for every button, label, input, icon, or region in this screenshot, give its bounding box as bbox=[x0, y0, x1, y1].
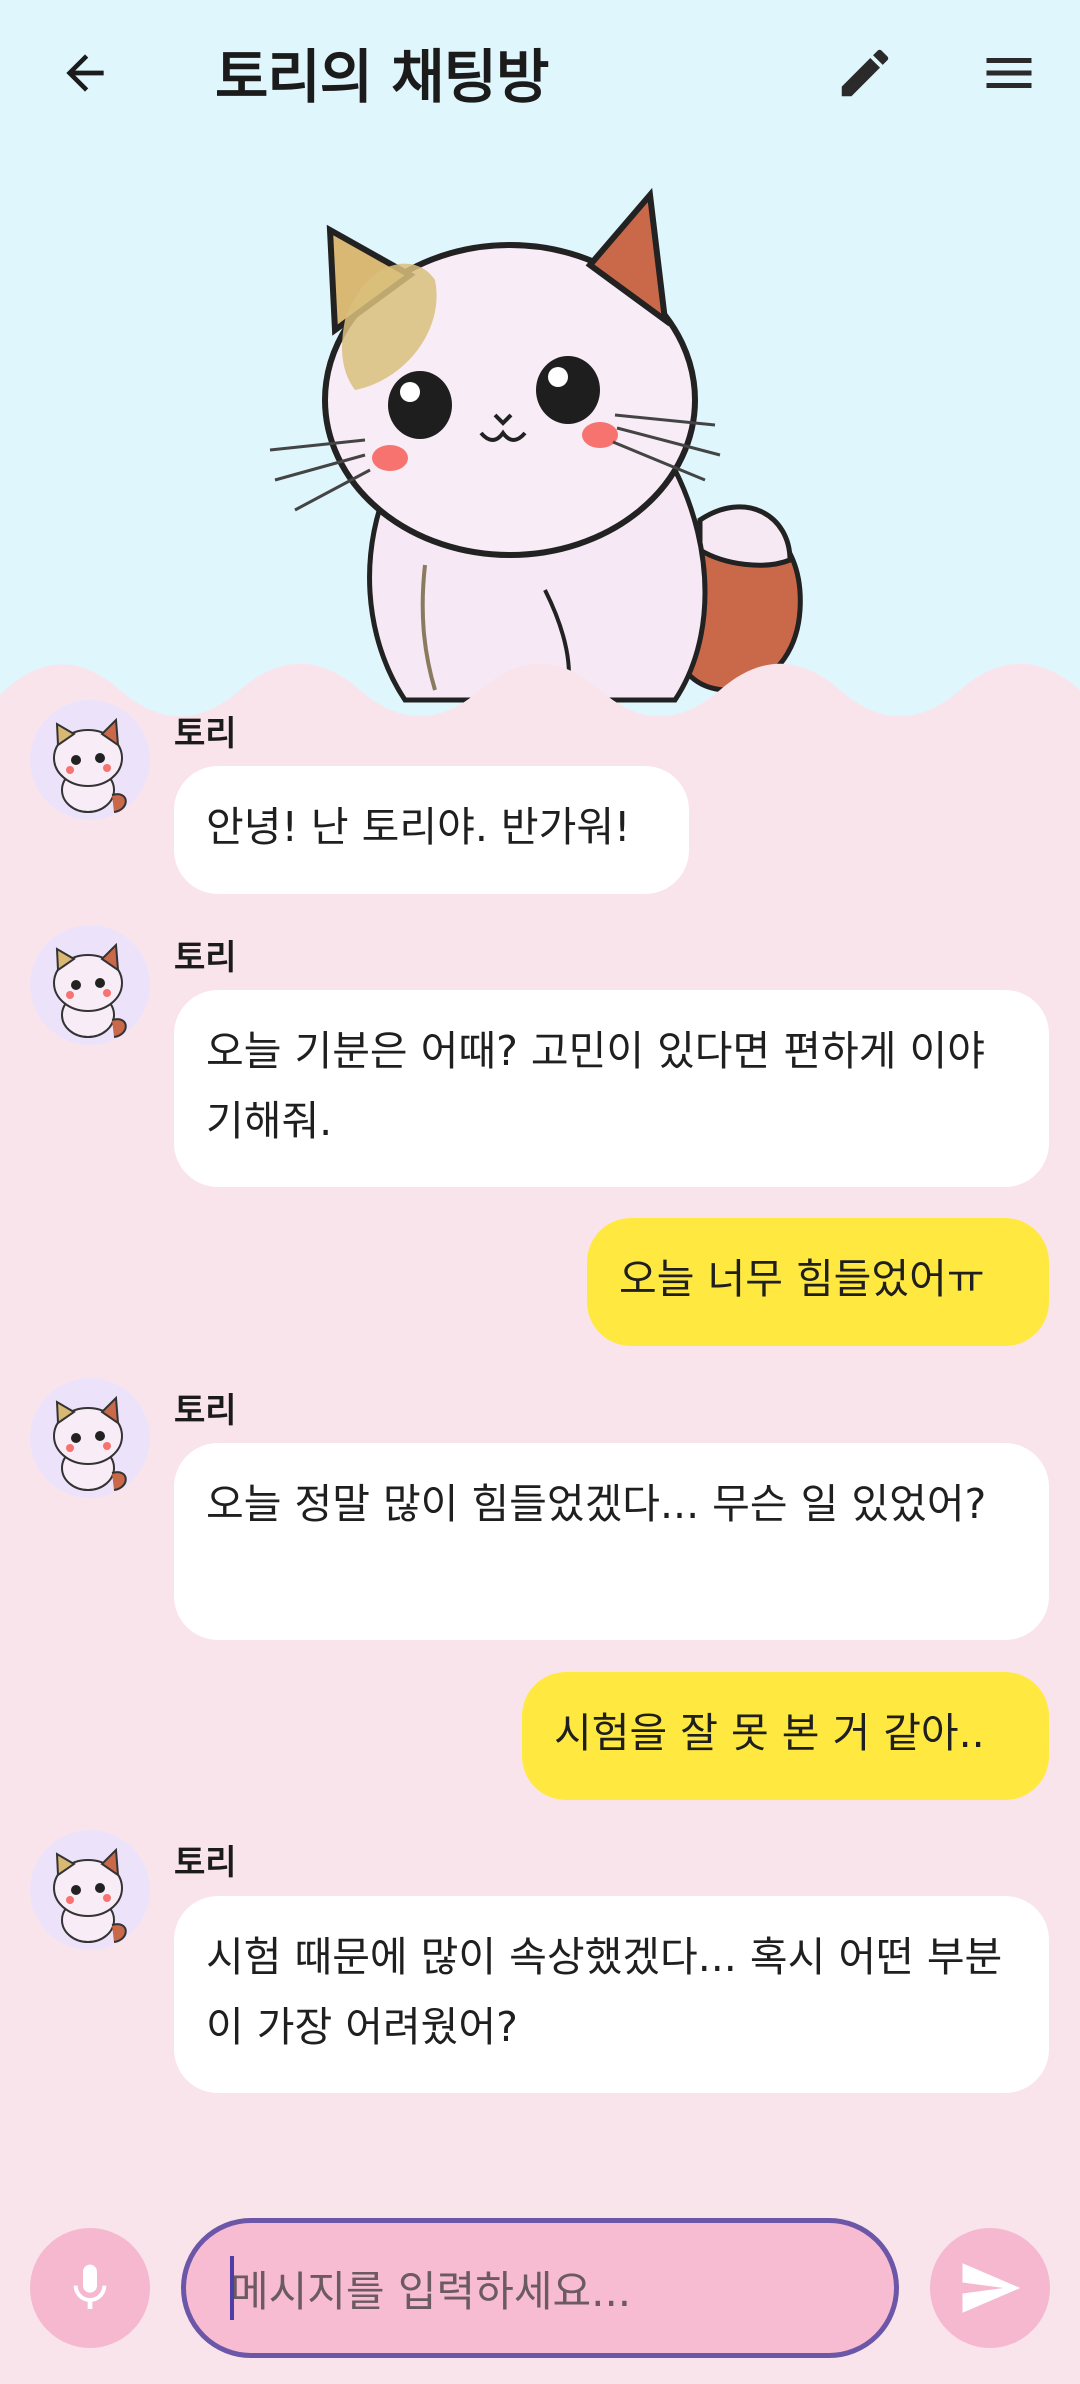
bot-avatar bbox=[30, 925, 150, 1045]
message-composer: 메시지를 입력하세요... bbox=[0, 2200, 1080, 2384]
sender-name: 토리 bbox=[174, 1391, 237, 1431]
cat-avatar-icon bbox=[53, 942, 127, 1038]
bot-avatar bbox=[30, 1378, 150, 1498]
user-message-bubble: 시험을 잘 못 본 거 같아.. bbox=[522, 1672, 1049, 1800]
microphone-icon bbox=[73, 2264, 107, 2309]
user-message-bubble: 오늘 너무 힘들었어ㅠ bbox=[587, 1218, 1049, 1346]
message-input-placeholder: 메시지를 입력하세요... bbox=[230, 2266, 632, 2316]
bot-message-bubble: 안녕! 난 토리야. 반가워! bbox=[174, 766, 689, 894]
send-button[interactable] bbox=[930, 2228, 1050, 2348]
bot-message-bubble: 오늘 정말 많이 힘들었겠다... 무슨 일 있었어? bbox=[174, 1443, 1049, 1640]
text-caret bbox=[230, 2256, 234, 2320]
cat-avatar-icon bbox=[53, 1847, 127, 1943]
message-input[interactable]: 메시지를 입력하세요... bbox=[181, 2218, 899, 2358]
sender-name: 토리 bbox=[174, 714, 237, 754]
bot-message-bubble: 시험 때문에 많이 속상했겠다... 혹시 어떤 부분이 가장 어려웠어? bbox=[174, 1896, 1049, 2093]
bot-message-bubble: 오늘 기분은 어때? 고민이 있다면 편하게 이야기해줘. bbox=[174, 990, 1049, 1187]
cat-avatar-icon bbox=[53, 717, 127, 813]
cat-avatar-icon bbox=[53, 1395, 127, 1491]
message-list[interactable]: 토리 안녕! 난 토리야. 반가워! 토리 오늘 기분은 어때? 고민이 있다면… bbox=[0, 0, 1080, 2384]
send-icon bbox=[962, 2263, 1021, 2313]
sender-name: 토리 bbox=[174, 938, 237, 978]
bot-avatar bbox=[30, 700, 150, 820]
bot-avatar bbox=[30, 1830, 150, 1950]
mic-button[interactable] bbox=[30, 2228, 150, 2348]
sender-name: 토리 bbox=[174, 1843, 237, 1883]
